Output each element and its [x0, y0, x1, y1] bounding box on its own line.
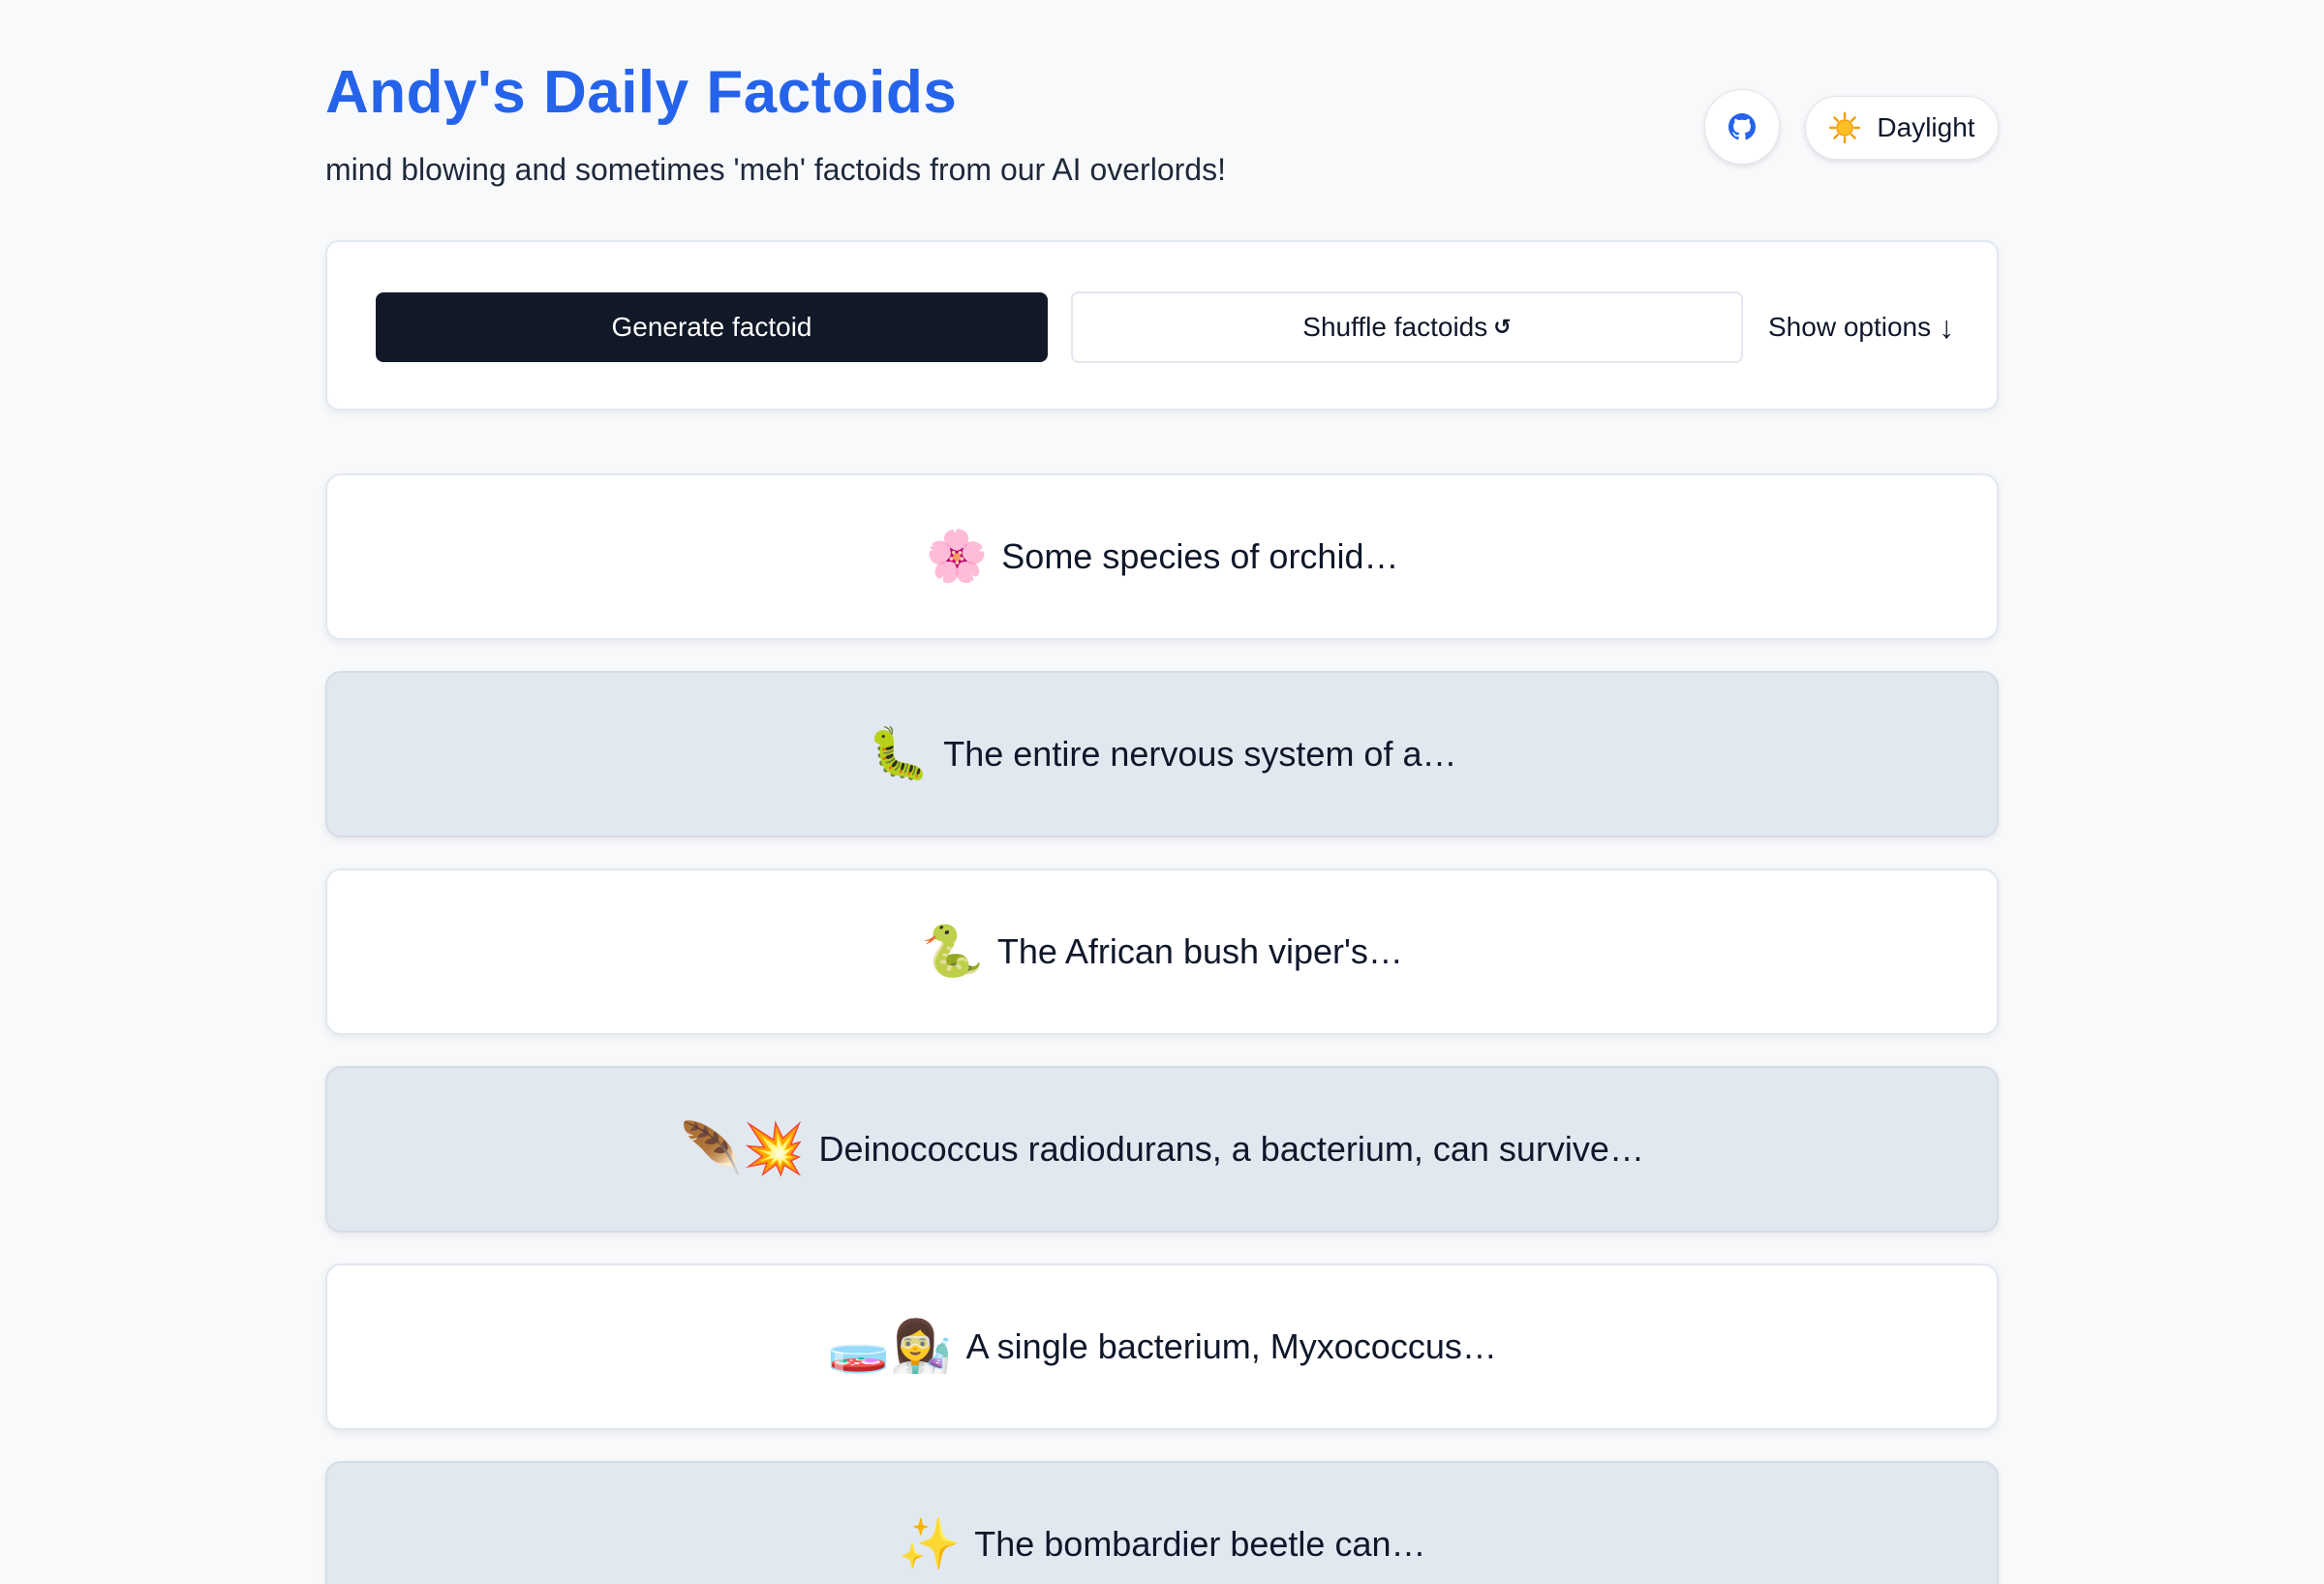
factoid-card[interactable]: 🧫👩‍🔬 A single bacterium, Myxococcus…	[325, 1264, 1999, 1430]
shuffle-label: Shuffle factoids	[1302, 312, 1488, 342]
page: Andy's Daily Factoids mind blowing and s…	[0, 0, 2324, 1584]
shuffle-factoids-button[interactable]: Shuffle factoids ↺	[1071, 291, 1743, 363]
header: Andy's Daily Factoids mind blowing and s…	[325, 58, 1999, 203]
factoid-text: The entire nervous system of a…	[943, 734, 1457, 774]
feather-explosion-icon: 🪶💥	[680, 1120, 806, 1178]
arrow-down-icon: ↓	[1939, 309, 1955, 345]
caterpillar-icon: 🐛	[867, 725, 931, 783]
factoid-text: The bombardier beetle can…	[974, 1524, 1426, 1564]
factoid-text: Some species of orchid…	[1001, 536, 1399, 576]
flower-icon: 🌸	[925, 528, 989, 586]
show-options-label: Show options	[1768, 312, 1932, 342]
page-title: Andy's Daily Factoids	[325, 59, 958, 126]
factoid-card[interactable]: 🪶💥 Deinococcus radiodurans, a bacterium,…	[325, 1066, 1999, 1233]
controls-panel: Generate factoid Shuffle factoids ↺ Show…	[325, 240, 1999, 411]
sun-icon	[1829, 111, 1861, 144]
github-icon	[1728, 113, 1756, 140]
factoid-card[interactable]: 🌸 Some species of orchid…	[325, 473, 1999, 640]
factoid-text: The African bush viper's…	[996, 931, 1403, 971]
generate-factoid-button[interactable]: Generate factoid	[376, 292, 1048, 362]
theme-toggle-button[interactable]: Daylight	[1805, 96, 1999, 160]
github-button[interactable]	[1704, 89, 1780, 165]
shuffle-icon: ↺	[1493, 315, 1512, 339]
show-options-button[interactable]: Show options ↓	[1768, 291, 1962, 363]
factoid-card[interactable]: ✨ The bombardier beetle can…	[325, 1461, 1999, 1584]
petri-dish-scientist-icon: 🧫👩‍🔬	[827, 1318, 953, 1376]
page-subtitle: mind blowing and sometimes 'meh' factoid…	[325, 152, 1226, 187]
snake-icon: 🐍	[921, 923, 984, 981]
factoid-text: Deinococcus radiodurans, a bacterium, ca…	[818, 1129, 1644, 1169]
theme-label: Daylight	[1877, 112, 1975, 142]
sparkles-icon: ✨	[898, 1515, 962, 1573]
factoid-card[interactable]: 🐍 The African bush viper's…	[325, 868, 1999, 1035]
factoid-card[interactable]: 🐛 The entire nervous system of a…	[325, 671, 1999, 838]
factoid-text: A single bacterium, Myxococcus…	[965, 1326, 1497, 1366]
